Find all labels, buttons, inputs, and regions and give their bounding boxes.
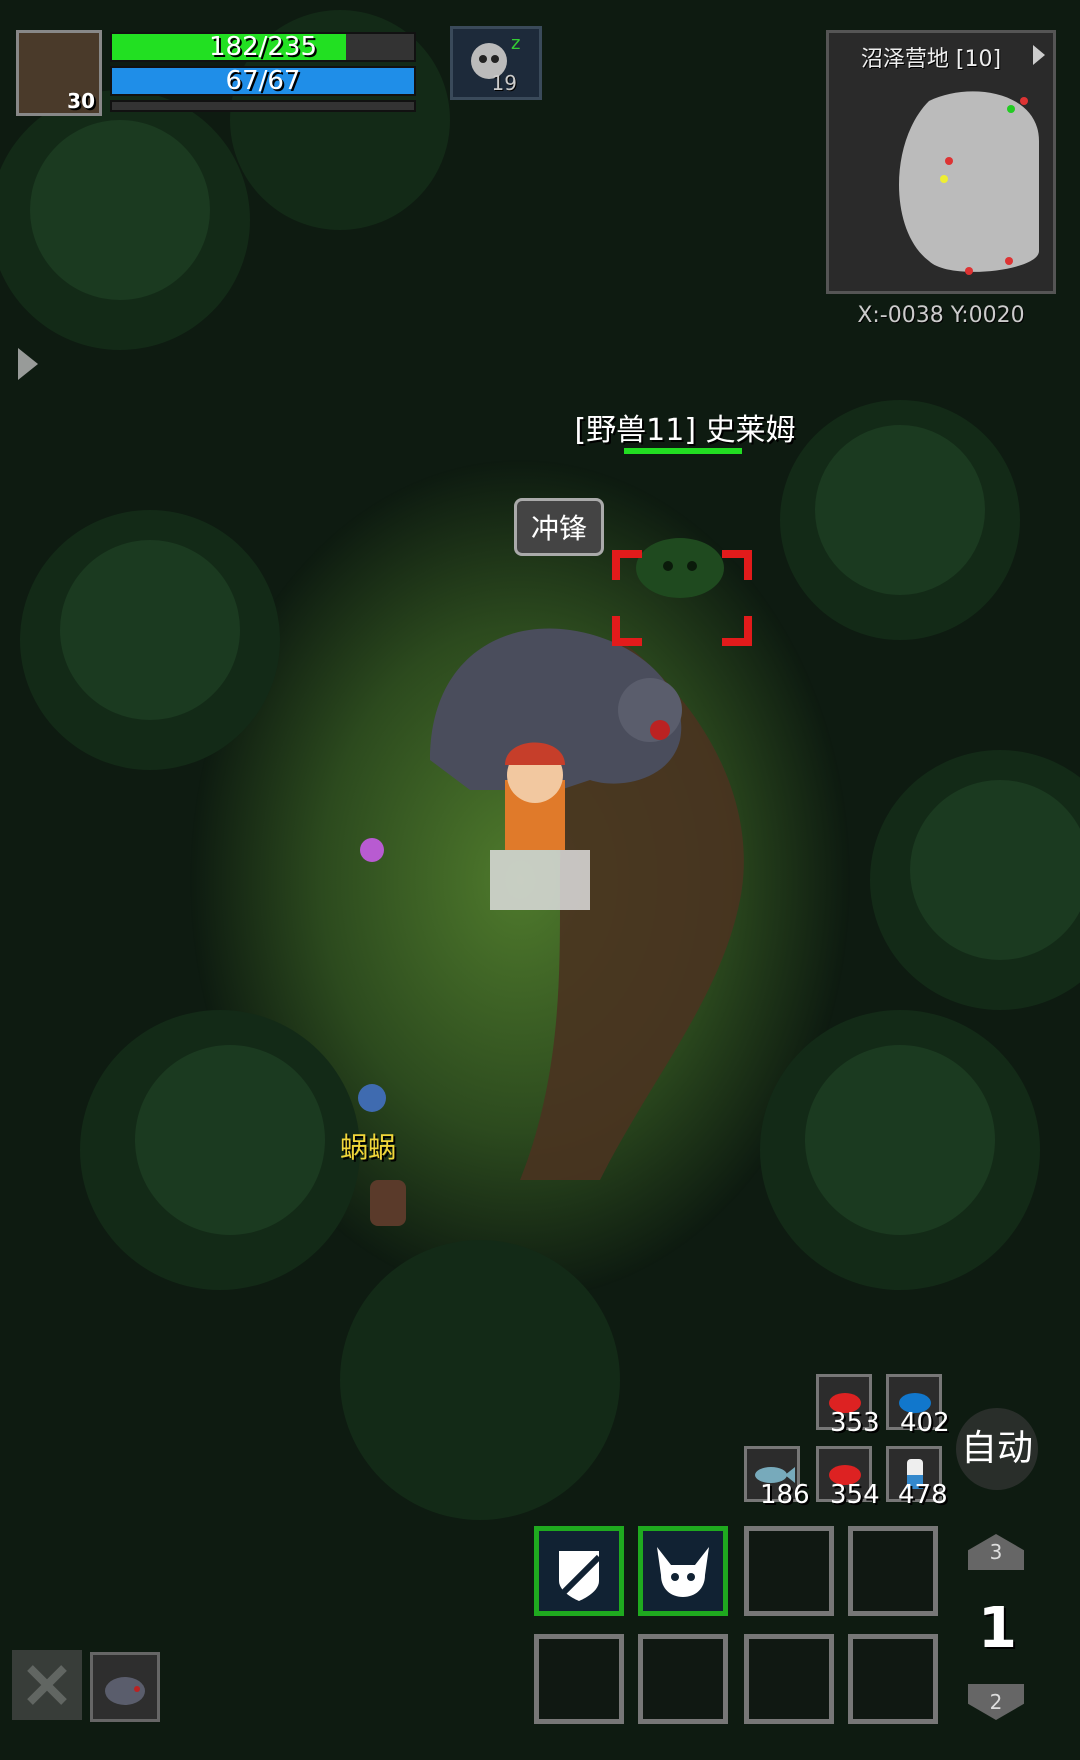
skill-page-number: 1	[978, 1596, 1017, 1661]
side-menu-expand-icon[interactable]	[18, 348, 38, 380]
target-name: [野兽11] 史莱姆	[574, 413, 796, 448]
player-portrait[interactable]: 30	[16, 30, 102, 116]
minimap-title: 沼泽营地 [10]	[860, 47, 1002, 72]
minimap-expand-icon[interactable]	[1033, 45, 1045, 65]
bear-pet-icon	[105, 1677, 145, 1705]
target-hp-bar	[624, 448, 742, 454]
mp-text: 67/67	[225, 66, 301, 96]
consumable-count-2: 402	[900, 1408, 950, 1438]
hp-bar: 182/235	[110, 32, 416, 62]
skill-slot-2[interactable]	[638, 1526, 728, 1616]
consumable-count-3: 186	[760, 1480, 810, 1510]
minimap-terrain	[899, 91, 1039, 275]
close-icon	[27, 1665, 67, 1705]
auto-button[interactable]: 自动	[956, 1408, 1038, 1490]
buff-status[interactable]: z 19	[450, 26, 542, 100]
player-coordinates: X:-0038 Y:0020	[857, 303, 1025, 328]
consumable-count-4: 354	[830, 1480, 880, 1510]
player-level: 30	[67, 89, 95, 113]
hp-text: 182/235	[208, 32, 317, 62]
action-bubble: 冲锋	[514, 498, 605, 556]
skill-slot-7[interactable]	[744, 1634, 834, 1724]
beast-skull-icon	[657, 1547, 709, 1597]
buff-count: 19	[491, 71, 517, 95]
skill-slot-8[interactable]	[848, 1634, 938, 1724]
consumable-count-5: 478	[898, 1480, 948, 1510]
target-reticle	[612, 550, 752, 646]
svg-text:z: z	[511, 33, 520, 54]
minimap[interactable]: 沼泽营地 [10]	[826, 30, 1056, 294]
skill-slot-6[interactable]	[638, 1634, 728, 1724]
skill-slot-1[interactable]	[534, 1526, 624, 1616]
exp-bar	[110, 100, 416, 112]
skill-slot-5[interactable]	[534, 1634, 624, 1724]
mp-bar: 67/67	[110, 66, 416, 96]
pet-button[interactable]	[90, 1652, 160, 1722]
npc-name: 蜗蜗	[340, 1131, 397, 1164]
shield-slash-icon	[559, 1551, 602, 1601]
skill-slot-4[interactable]	[848, 1526, 938, 1616]
cancel-button[interactable]	[12, 1650, 82, 1720]
skill-slot-3[interactable]	[744, 1526, 834, 1616]
consumable-count-1: 353	[830, 1408, 880, 1438]
